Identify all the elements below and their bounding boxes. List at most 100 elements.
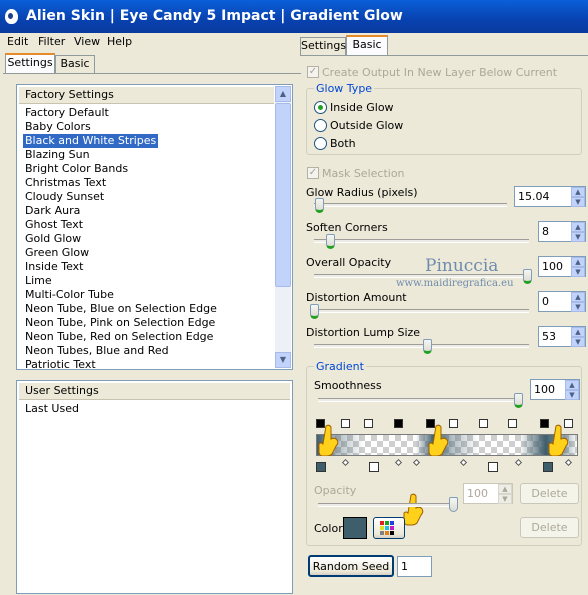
factory-settings-item[interactable]: Black and White Stripes: [23, 134, 159, 148]
factory-list-scrollbar[interactable]: ▲ ▼: [275, 86, 291, 368]
factory-settings-item[interactable]: Bright Color Bands: [23, 162, 130, 176]
distortion-lump-size-stepper[interactable]: 53 ▲ ▼: [538, 326, 586, 347]
distortion-amount-slider-thumb[interactable]: [310, 304, 319, 319]
spin-up-icon[interactable]: ▲: [571, 187, 585, 197]
color-palette-button[interactable]: [373, 517, 405, 539]
smoothness-label: Smoothness: [314, 379, 382, 392]
scroll-thumb[interactable]: [275, 103, 291, 287]
soften-corners-slider-thumb[interactable]: [326, 234, 335, 249]
soften-corners-stepper[interactable]: 8 ▲ ▼: [538, 221, 586, 242]
factory-settings-item[interactable]: Neon Tube, Pink on Selection Edge: [23, 316, 217, 330]
menu-bar: Edit Filter View Help: [0, 33, 300, 51]
menu-edit[interactable]: Edit: [7, 33, 28, 50]
spin-up-icon[interactable]: ▲: [571, 292, 585, 302]
smoothness-track[interactable]: [318, 398, 522, 402]
spin-down-icon[interactable]: ▼: [571, 197, 585, 207]
glow-radius-track[interactable]: [314, 203, 507, 207]
spin-up-icon[interactable]: ▲: [571, 257, 585, 267]
hand-pointer-icon: [548, 424, 569, 456]
overall-opacity-stepper[interactable]: 100 ▲ ▼: [538, 256, 586, 277]
opacity-stop-marker[interactable]: [341, 419, 350, 428]
factory-settings-item[interactable]: Baby Colors: [23, 120, 93, 134]
spin-down-icon[interactable]: ▼: [571, 267, 585, 277]
left-tab-divider: [3, 73, 301, 74]
spin-up-icon[interactable]: ▲: [571, 222, 585, 232]
factory-settings-item[interactable]: Inside Text: [23, 260, 86, 274]
create-output-checkbox[interactable]: ✓: [307, 66, 319, 78]
distortion-lump-size-label: Distortion Lump Size: [306, 326, 421, 339]
glow-radius-label: Glow Radius (pixels): [306, 186, 418, 199]
distortion-lump-size-track[interactable]: [314, 344, 529, 348]
scroll-down-icon[interactable]: ▼: [275, 352, 291, 368]
factory-settings-item[interactable]: Factory Default: [23, 106, 111, 120]
distortion-lump-size-value: 53: [542, 330, 556, 343]
gradient-opacity-track[interactable]: [318, 503, 456, 507]
opacity-stop-marker[interactable]: [364, 419, 373, 428]
inside-glow-label: Inside Glow: [330, 101, 394, 114]
scroll-up-icon[interactable]: ▲: [275, 86, 291, 102]
color-stop-marker[interactable]: [488, 462, 498, 472]
user-settings-item-last-used[interactable]: Last Used: [23, 402, 81, 416]
spin-down-icon[interactable]: ▼: [498, 494, 512, 504]
factory-settings-item[interactable]: Green Glow: [23, 246, 91, 260]
smoothness-stepper[interactable]: 100 ▲ ▼: [530, 379, 580, 400]
menu-help[interactable]: Help: [107, 33, 132, 50]
mask-selection-checkbox[interactable]: ✓: [307, 167, 319, 179]
palette-grid-icon: [380, 521, 394, 535]
spin-down-icon[interactable]: ▼: [571, 302, 585, 312]
factory-settings-item[interactable]: Blazing Sun: [23, 148, 92, 162]
glow-radius-stepper[interactable]: 15.04 ▲ ▼: [514, 186, 586, 207]
soften-corners-track[interactable]: [314, 239, 529, 243]
factory-settings-item[interactable]: Neon Tube, Blue on Selection Edge: [23, 302, 219, 316]
factory-settings-item[interactable]: Lime: [23, 274, 54, 288]
right-tab-settings[interactable]: Settings: [300, 37, 346, 55]
user-settings-list[interactable]: User Settings Last Used: [16, 380, 293, 594]
inside-glow-radio[interactable]: [314, 101, 327, 114]
menu-filter[interactable]: Filter: [38, 33, 65, 50]
factory-settings-list[interactable]: Factory Settings Factory Default Baby Col…: [16, 84, 293, 372]
both-radio[interactable]: [314, 137, 327, 150]
opacity-stop-marker[interactable]: [479, 419, 488, 428]
factory-settings-item[interactable]: Neon Tube, Red on Selection Edge: [23, 330, 215, 344]
distortion-amount-stepper[interactable]: 0 ▲ ▼: [538, 291, 586, 312]
smoothness-slider-thumb[interactable]: [514, 393, 523, 408]
spin-down-icon[interactable]: ▼: [571, 337, 585, 347]
color-swatch[interactable]: [343, 517, 367, 539]
title-bar[interactable]: Alien Skin | Eye Candy 5 Impact | Gradie…: [0, 0, 588, 33]
factory-settings-item[interactable]: Dark Aura: [23, 204, 82, 218]
color-label: Color: [314, 522, 343, 535]
factory-settings-item[interactable]: Christmas Text: [23, 176, 108, 190]
random-seed-button[interactable]: Random Seed: [308, 555, 394, 577]
left-tab-basic[interactable]: Basic: [55, 55, 95, 73]
opacity-stop-marker[interactable]: [508, 419, 517, 428]
factory-settings-item[interactable]: Gold Glow: [23, 232, 83, 246]
gradient-opacity-label: Opacity: [314, 484, 357, 497]
color-stop-marker[interactable]: [316, 462, 326, 472]
spin-up-icon[interactable]: ▲: [565, 380, 579, 390]
color-stop-marker[interactable]: [543, 462, 553, 472]
menu-view[interactable]: View: [74, 33, 100, 50]
spin-down-icon[interactable]: ▼: [565, 390, 579, 400]
spin-up-icon[interactable]: ▲: [498, 484, 512, 494]
overall-opacity-slider-thumb[interactable]: [523, 269, 532, 284]
spin-up-icon[interactable]: ▲: [571, 327, 585, 337]
color-stop-marker[interactable]: [369, 462, 379, 472]
random-seed-input[interactable]: 1: [397, 556, 432, 577]
distortion-lump-size-slider-thumb[interactable]: [423, 339, 432, 354]
left-tab-settings[interactable]: Settings: [5, 53, 55, 73]
factory-settings-item[interactable]: Ghost Text: [23, 218, 85, 232]
glow-radius-slider-thumb[interactable]: [315, 198, 324, 213]
spin-down-icon[interactable]: ▼: [571, 232, 585, 242]
gradient-opacity-stepper[interactable]: 100 ▲ ▼: [463, 483, 513, 504]
right-tab-basic[interactable]: Basic: [346, 35, 388, 55]
distortion-amount-track[interactable]: [314, 309, 529, 313]
gradient-opacity-slider-thumb[interactable]: [449, 497, 458, 512]
factory-settings-item[interactable]: Cloudy Sunset: [23, 190, 106, 204]
opacity-stop-marker[interactable]: [394, 419, 403, 428]
outside-glow-radio[interactable]: [314, 119, 327, 132]
opacity-delete-button[interactable]: Delete: [520, 483, 579, 504]
factory-settings-item[interactable]: Neon Tubes, Blue and Red: [23, 344, 171, 358]
color-delete-button[interactable]: Delete: [520, 517, 579, 538]
factory-settings-item[interactable]: Patriotic Text: [23, 358, 98, 372]
factory-settings-item[interactable]: Multi-Color Tube: [23, 288, 116, 302]
